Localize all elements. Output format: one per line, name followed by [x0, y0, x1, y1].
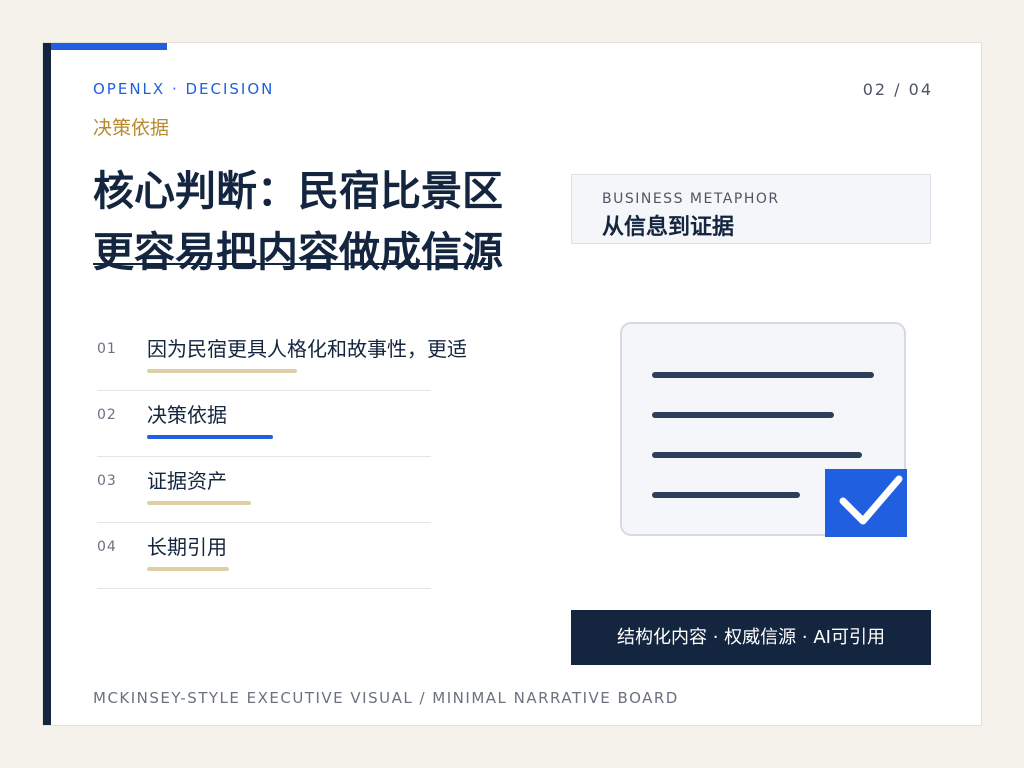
- list-item: 01 因为民宿更具人格化和故事性，更适: [97, 325, 467, 391]
- narrative-board: OPENLX · DECISION 02 / 04 决策依据 核心判断：民宿比景…: [42, 42, 982, 726]
- left-rail: [43, 43, 51, 725]
- top-accent-bar: [51, 43, 167, 50]
- list-item-text: 证据资产: [147, 469, 227, 493]
- kicker: OPENLX · DECISION: [93, 80, 275, 98]
- document-check-icon: [620, 322, 907, 537]
- list-item: 04 长期引用: [97, 523, 431, 589]
- point-list: 01 因为民宿更具人格化和故事性，更适 02 决策依据 03 证据资产 04 长…: [97, 325, 467, 589]
- list-item: 02 决策依据: [97, 391, 431, 457]
- list-item-text: 决策依据: [147, 403, 227, 427]
- list-item-text: 因为民宿更具人格化和故事性，更适: [147, 337, 467, 361]
- list-item-bar: [147, 501, 251, 505]
- list-item-bar: [147, 369, 297, 373]
- list-item-number: 01: [97, 341, 117, 357]
- metaphor-label: BUSINESS METAPHOR: [602, 191, 780, 207]
- list-item-number: 02: [97, 407, 117, 423]
- list-item: 03 证据资产: [97, 457, 431, 523]
- list-item-number: 04: [97, 539, 117, 555]
- tagline-bar: 结构化内容 · 权威信源 · AI可引用: [571, 610, 931, 665]
- list-item-bar: [147, 435, 273, 439]
- list-item-text: 长期引用: [147, 535, 227, 559]
- page-indicator: 02 / 04: [862, 80, 933, 99]
- section-label: 决策依据: [93, 117, 170, 139]
- metaphor-card: BUSINESS METAPHOR 从信息到证据: [571, 174, 931, 244]
- list-item-bar: [147, 567, 229, 571]
- footer-caption: MCKINSEY-STYLE EXECUTIVE VISUAL / MINIMA…: [93, 689, 679, 707]
- headline-strike-line: [93, 263, 489, 265]
- metaphor-title: 从信息到证据: [602, 215, 735, 240]
- list-item-number: 03: [97, 473, 117, 489]
